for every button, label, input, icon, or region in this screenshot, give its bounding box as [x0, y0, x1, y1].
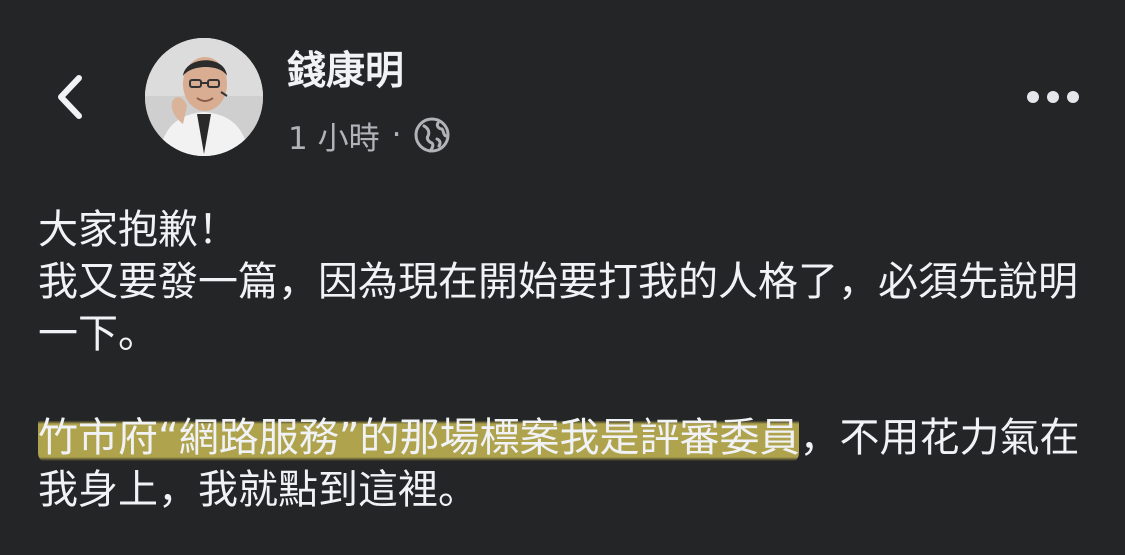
post-text: 大家抱歉！ 我又要發一篇，因為現在開始要打我的人格了，必須先說明一下。 竹市府“…	[38, 204, 1098, 516]
post-text-line-1: 大家抱歉！	[38, 207, 238, 253]
globe-icon[interactable]	[413, 116, 451, 154]
highlighted-text: 竹市府“網路服務”的那場標案我是評審委員	[38, 413, 800, 463]
author-name[interactable]: 錢康明	[287, 44, 404, 100]
avatar-photo	[145, 38, 263, 156]
post-time[interactable]: 1 小時	[288, 113, 380, 158]
back-button[interactable]	[40, 62, 100, 132]
chevron-left-icon	[58, 75, 82, 119]
meta-separator: ·	[391, 117, 402, 153]
more-horizontal-icon	[1027, 91, 1079, 103]
post-text-line-2: 我又要發一篇，因為現在開始要打我的人格了，必須先說明一下。	[38, 259, 1078, 357]
facebook-post-screen: 錢康明 1 小時 · 大家抱歉！ 我又要發一篇，因為現在開始要打我的人格了，必須…	[0, 0, 1125, 555]
avatar[interactable]	[145, 38, 263, 156]
post-text-paragraph-2: 竹市府“網路服務”的那場標案我是評審委員，不用花力氣在我身上，我就點到這裡。	[38, 412, 1098, 516]
more-options-button[interactable]	[1018, 76, 1088, 118]
post-meta: 1 小時 ·	[288, 110, 451, 160]
